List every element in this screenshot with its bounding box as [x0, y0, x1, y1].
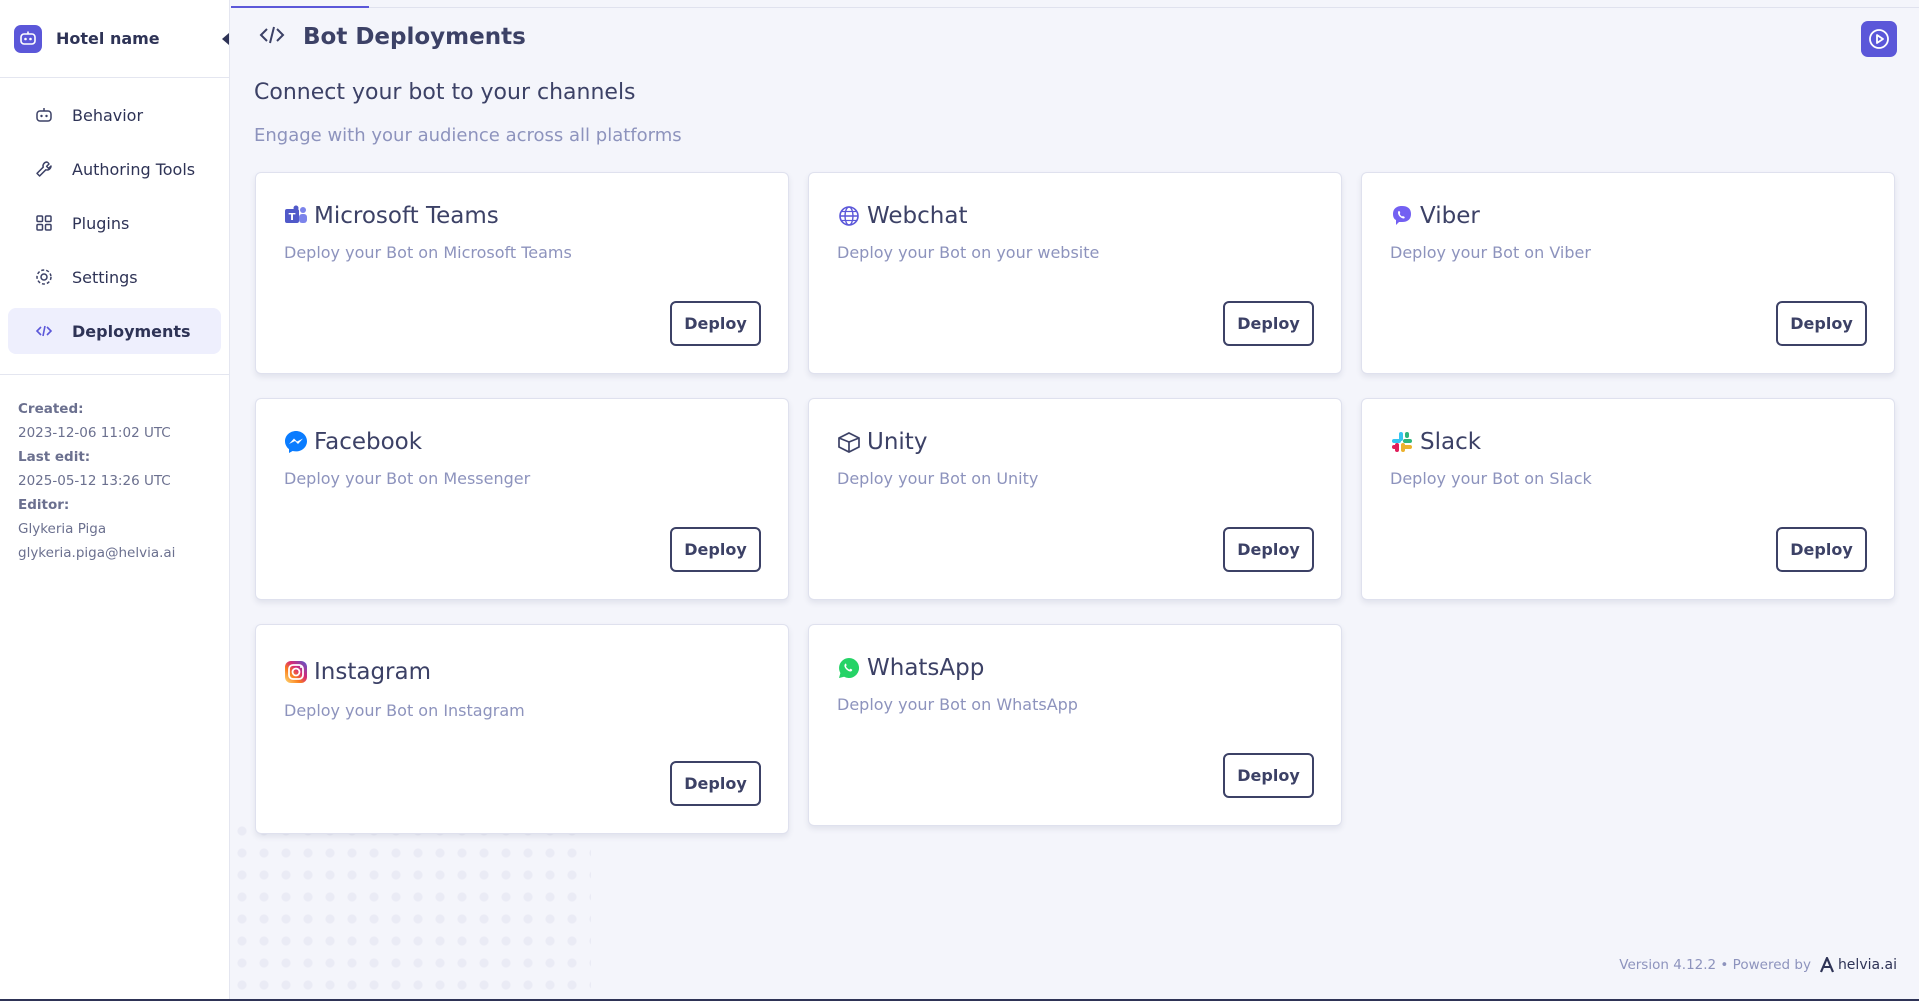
collapse-sidebar-icon[interactable]: [222, 33, 229, 45]
footer: Version 4.12.2 • Powered by helvia.ai: [1619, 957, 1897, 973]
sidebar-item-label: Deployments: [72, 321, 191, 341]
whatsapp-icon: [837, 656, 861, 680]
editor-label: Editor:: [18, 497, 70, 513]
channel-title: Webchat: [867, 203, 968, 229]
channel-card-microsoft-teams: T Microsoft Teams Deploy your Bot on Mic…: [255, 172, 789, 374]
deploy-button-unity[interactable]: Deploy: [1223, 527, 1314, 572]
sidebar-item-deployments[interactable]: Deployments: [8, 308, 221, 354]
last-edit-label: Last edit:: [18, 449, 91, 465]
channel-title: WhatsApp: [867, 655, 985, 681]
robot-icon: [34, 105, 54, 125]
deploy-button-whatsapp[interactable]: Deploy: [1223, 753, 1314, 798]
version-text: Version 4.12.2 • Powered by: [1619, 957, 1811, 973]
deploy-button-instagram[interactable]: Deploy: [670, 761, 761, 806]
channel-card-instagram: Instagram Deploy your Bot on Instagram D…: [255, 624, 789, 834]
viber-icon: [1390, 204, 1414, 228]
svg-text:T: T: [289, 212, 296, 223]
bot-logo-icon: [14, 24, 42, 53]
channel-description: Deploy your Bot on Messenger: [284, 469, 531, 488]
sidebar-item-authoring-tools[interactable]: Authoring Tools: [8, 146, 221, 192]
instagram-icon: [284, 660, 308, 684]
decorative-dots: [231, 820, 591, 1000]
page-title: Bot Deployments: [303, 24, 526, 50]
channel-card-viber: Viber Deploy your Bot on Viber Deploy: [1361, 172, 1895, 374]
globe-icon: [837, 204, 861, 228]
sidebar-item-label: Authoring Tools: [72, 159, 196, 179]
channel-title: Viber: [1420, 203, 1480, 229]
sidebar-item-settings[interactable]: Settings: [8, 254, 221, 300]
deploy-button-microsoft-teams[interactable]: Deploy: [670, 301, 761, 346]
microsoft-teams-icon: T: [284, 204, 308, 228]
channel-card-whatsapp: WhatsApp Deploy your Bot on WhatsApp Dep…: [808, 624, 1342, 826]
deploy-button-slack[interactable]: Deploy: [1776, 527, 1867, 572]
last-edit-value: 2025-05-12 13:26 UTC: [18, 473, 171, 489]
sidebar-item-label: Behavior: [72, 105, 144, 125]
sidebar: Hotel name Behavior Authoring Tools Plug…: [0, 0, 230, 1001]
sidebar-item-plugins[interactable]: Plugins: [8, 200, 221, 246]
channel-title: Unity: [867, 429, 928, 455]
created-label: Created:: [18, 401, 84, 417]
sidebar-nav: Behavior Authoring Tools Plugins Setting…: [0, 78, 229, 375]
channel-card-unity: Unity Deploy your Bot on Unity Deploy: [808, 398, 1342, 600]
code-icon: [34, 321, 54, 341]
channel-card-webchat: Webchat Deploy your Bot on your website …: [808, 172, 1342, 374]
page-header: Bot Deployments: [259, 24, 526, 50]
editor-email: glykeria.piga@helvia.ai: [18, 545, 176, 561]
code-icon: [259, 24, 285, 50]
deploy-button-viber[interactable]: Deploy: [1776, 301, 1867, 346]
top-divider: [231, 7, 1919, 8]
channel-title: Facebook: [314, 429, 423, 455]
channel-description: Deploy your Bot on WhatsApp: [837, 695, 1078, 714]
bot-metadata: Created: 2023-12-06 11:02 UTC Last edit:…: [0, 375, 229, 565]
progress-accent: [231, 6, 369, 8]
sidebar-item-label: Plugins: [72, 213, 130, 233]
sidebar-item-label: Settings: [72, 267, 138, 287]
messenger-icon: [284, 430, 308, 454]
main-content: Bot Deployments Connect your bot to your…: [231, 0, 1919, 1001]
helvia-logo-icon: [1819, 957, 1834, 973]
channel-title: Slack: [1420, 429, 1482, 455]
channel-description: Deploy your Bot on Viber: [1390, 243, 1591, 262]
channel-description: Deploy your Bot on your website: [837, 243, 1100, 262]
brand-name: Hotel name: [56, 29, 160, 48]
channel-description: Deploy your Bot on Microsoft Teams: [284, 243, 572, 262]
channel-title: Microsoft Teams: [314, 203, 499, 229]
sidebar-item-behavior[interactable]: Behavior: [8, 92, 221, 138]
created-value: 2023-12-06 11:02 UTC: [18, 425, 171, 441]
channel-title: Instagram: [314, 659, 432, 685]
deploy-button-facebook[interactable]: Deploy: [670, 527, 761, 572]
channel-card-slack: Slack Deploy your Bot on Slack Deploy: [1361, 398, 1895, 600]
editor-name: Glykeria Piga: [18, 521, 107, 537]
gear-icon: [34, 267, 54, 287]
deploy-button-webchat[interactable]: Deploy: [1223, 301, 1314, 346]
channel-description: Deploy your Bot on Unity: [837, 469, 1039, 488]
channel-description: Deploy your Bot on Instagram: [284, 701, 525, 720]
play-button[interactable]: [1861, 21, 1897, 57]
unity-icon: [837, 430, 861, 454]
play-icon: [1869, 29, 1889, 49]
plugins-icon: [34, 213, 54, 233]
channel-description: Deploy your Bot on Slack: [1390, 469, 1592, 488]
brand-text: helvia.ai: [1837, 957, 1897, 973]
section-subtitle: Engage with your audience across all pla…: [254, 125, 682, 146]
brand-header: Hotel name: [0, 0, 229, 78]
channel-card-facebook: Facebook Deploy your Bot on Messenger De…: [255, 398, 789, 600]
section-title: Connect your bot to your channels: [254, 80, 636, 105]
wrench-icon: [34, 159, 54, 179]
powered-by-brand[interactable]: helvia.ai: [1819, 957, 1897, 973]
slack-icon: [1390, 430, 1414, 454]
